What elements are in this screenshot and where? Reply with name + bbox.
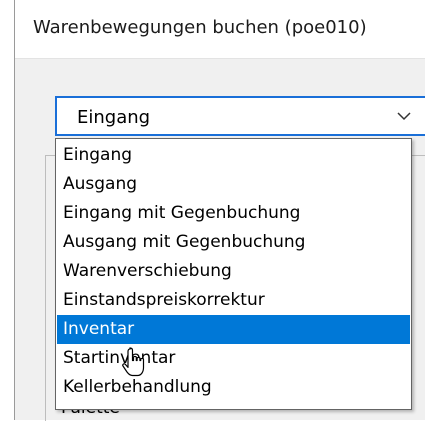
option-warenverschiebung[interactable]: Warenverschiebung [57, 257, 410, 286]
option-einstandspreiskorrektur[interactable]: Einstandspreiskorrektur [57, 286, 410, 315]
option-kellerbehandlung[interactable]: Kellerbehandlung [57, 373, 410, 402]
movement-type-combobox[interactable]: Eingang [55, 96, 425, 136]
option-eingang-mit-gegenbuchung[interactable]: Eingang mit Gegenbuchung [57, 199, 410, 228]
window-title: Warenbewegungen buchen (poe010) [33, 17, 367, 38]
option-ausgang-mit-gegenbuchung[interactable]: Ausgang mit Gegenbuchung [57, 228, 410, 257]
chevron-down-icon[interactable] [397, 111, 411, 121]
option-eingang[interactable]: Eingang [57, 141, 410, 170]
dropdown-list[interactable]: Eingang Ausgang Eingang mit Gegenbuchung… [55, 138, 412, 410]
title-bar: Warenbewegungen buchen (poe010) [15, 0, 425, 59]
option-startinventar[interactable]: Startinventar [57, 344, 410, 373]
option-ausgang[interactable]: Ausgang [57, 170, 410, 199]
option-inventar[interactable]: Inventar [57, 315, 410, 344]
mouse-pointer-icon [122, 347, 145, 377]
combobox-value: Eingang [77, 107, 151, 128]
